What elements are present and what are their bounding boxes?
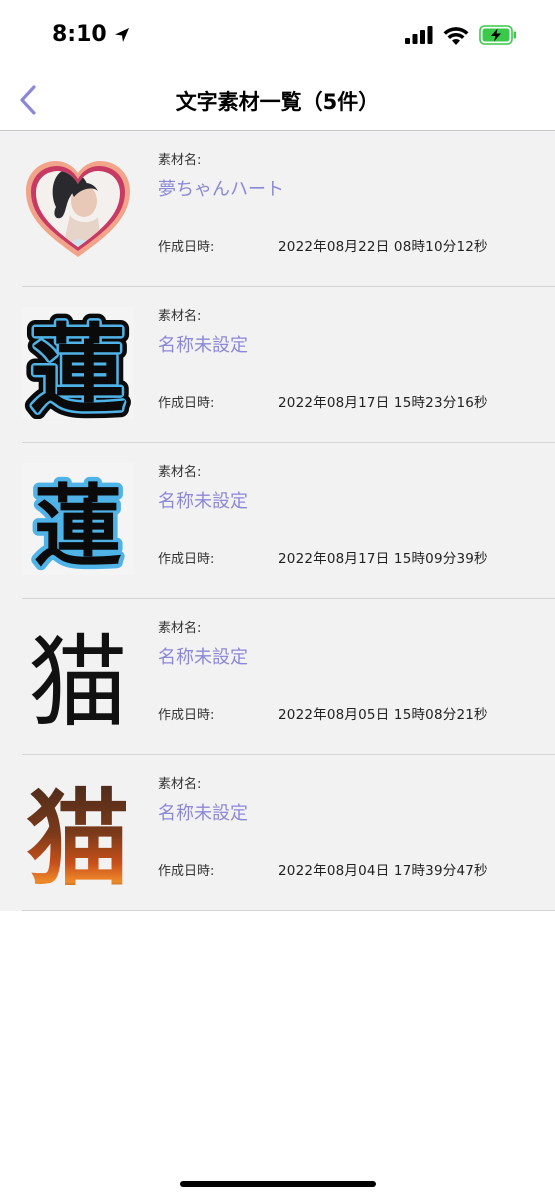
row-divider — [22, 910, 555, 911]
kanji-thumb-text-inner: 蓮 — [30, 314, 126, 419]
heart-photo-thumbnail — [22, 151, 134, 263]
list-item[interactable]: 蓮 素材名: 名称未設定 作成日時: 2022年08月17日 15時09分39秒 — [0, 443, 555, 599]
created-date-label: 作成日時: — [158, 864, 215, 879]
kanji-fire-thumbnail: 猫 — [22, 775, 134, 887]
page-title: 文字素材一覧（5件） — [175, 90, 380, 114]
home-indicator[interactable] — [180, 1181, 376, 1187]
created-date-label: 作成日時: — [158, 240, 215, 255]
kanji-image: 蓮 蓮 — [23, 307, 133, 419]
kanji-image: 猫 — [28, 624, 128, 731]
material-name-label: 素材名: — [158, 777, 202, 792]
status-time: 8:10 — [52, 22, 131, 47]
heart-frame-icon — [26, 161, 130, 257]
cellular-signal-icon — [405, 26, 433, 44]
material-name-value: 名称未設定 — [158, 803, 248, 824]
material-name-label: 素材名: — [158, 465, 202, 480]
material-name-label: 素材名: — [158, 309, 202, 324]
material-name-value: 夢ちゃんハート — [158, 179, 284, 200]
created-date-value: 2022年08月17日 15時23分16秒 — [278, 395, 488, 411]
created-date-value: 2022年08月05日 15時08分21秒 — [278, 707, 488, 723]
status-time-text: 8:10 — [52, 22, 107, 47]
kanji-thumb-text: 蓮 — [34, 475, 122, 575]
list-item[interactable]: 猫 素材名: 名称未設定 作成日時: 2022年08月05日 15時08分21秒 — [0, 599, 555, 755]
list-item[interactable]: 蓮 蓮 素材名: 名称未設定 作成日時: 2022年08月17日 15時23分1… — [0, 287, 555, 443]
kanji-image: 蓮 — [29, 471, 126, 576]
created-date-value: 2022年08月17日 15時09分39秒 — [278, 551, 488, 567]
created-date-label: 作成日時: — [158, 396, 215, 411]
created-date-label: 作成日時: — [158, 708, 215, 723]
material-name-value: 名称未設定 — [158, 491, 248, 512]
kanji-outlined-thumbnail: 蓮 蓮 — [22, 307, 134, 419]
status-bar: 8:10 — [0, 0, 555, 72]
kanji-image: 猫 — [26, 778, 130, 887]
list-item[interactable]: 素材名: 夢ちゃんハート 作成日時: 2022年08月22日 08時10分12秒 — [0, 131, 555, 287]
material-name-label: 素材名: — [158, 153, 202, 168]
kanji-plain-thumbnail: 猫 — [22, 619, 134, 731]
list-item[interactable]: 猫 素材名: 名称未設定 作成日時: 2022年08月04日 17時39分47秒 — [0, 755, 555, 911]
status-icons — [405, 25, 517, 45]
created-date-value: 2022年08月04日 17時39分47秒 — [278, 863, 488, 879]
material-name-value: 名称未設定 — [158, 647, 248, 668]
created-date-value: 2022年08月22日 08時10分12秒 — [278, 239, 488, 255]
wifi-icon — [443, 26, 469, 45]
material-name-value: 名称未設定 — [158, 335, 248, 356]
location-arrow-icon — [114, 27, 129, 42]
battery-charging-icon — [479, 25, 516, 45]
material-list: 素材名: 夢ちゃんハート 作成日時: 2022年08月22日 08時10分12秒… — [0, 131, 555, 911]
created-date-label: 作成日時: — [158, 552, 215, 567]
kanji-outlined-light-thumbnail: 蓮 — [22, 463, 134, 575]
material-name-label: 素材名: — [158, 621, 202, 636]
kanji-thumb-text: 猫 — [28, 624, 128, 731]
navigation-bar: 文字素材一覧（5件） — [0, 72, 555, 131]
kanji-thumb-text: 猫 — [26, 778, 130, 887]
